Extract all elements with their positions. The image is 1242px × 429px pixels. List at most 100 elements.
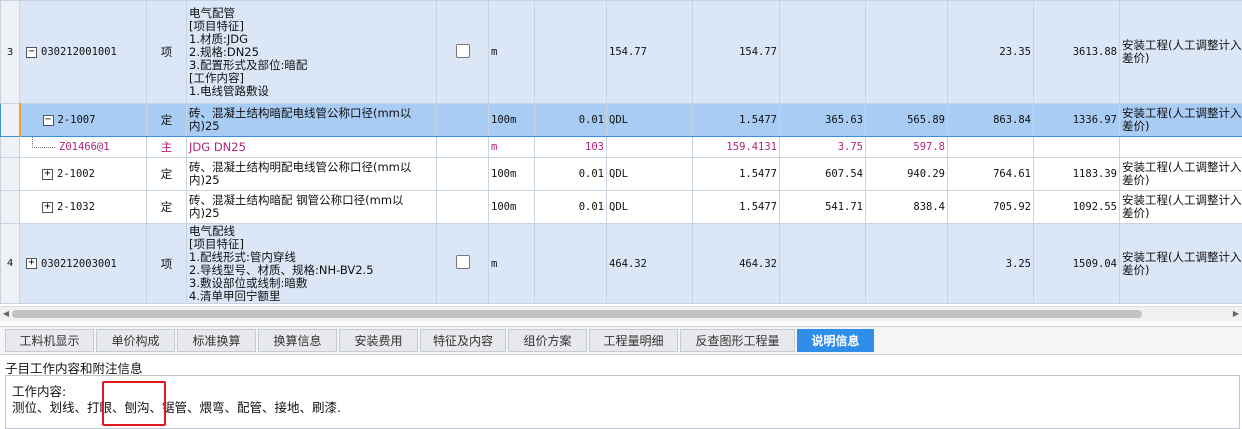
checkbox-cell[interactable] bbox=[436, 190, 489, 224]
table-row[interactable]: 4 +030212003001 项电气配线 [项目特征] 1.配线形式:管内穿线 2.导线… bbox=[0, 223, 1242, 304]
quantity-ratio-cell[interactable]: 103 bbox=[534, 136, 607, 158]
quantity-ratio-cell[interactable]: 0.01 bbox=[534, 103, 607, 137]
tab-quantity-detail[interactable]: 工程量明细 bbox=[589, 329, 678, 352]
unit-cell[interactable]: 100m bbox=[488, 190, 535, 224]
quantity-expression-cell[interactable]: QDL bbox=[606, 103, 693, 137]
checkbox-cell[interactable] bbox=[436, 223, 489, 304]
unit-cell[interactable]: 100m bbox=[488, 157, 535, 191]
code-cell[interactable]: +2-1032 bbox=[19, 190, 147, 224]
tab-pricing-scheme[interactable]: 组价方案 bbox=[508, 329, 587, 352]
checkbox-cell[interactable] bbox=[436, 136, 489, 158]
specialty-cell[interactable]: 安装工程(人工调整计入差价) bbox=[1119, 103, 1242, 137]
description-cell[interactable]: 砖、混凝土结构明配电线管公称口径(mm以内)25 bbox=[186, 157, 437, 191]
quantity-expression-cell[interactable]: QDL bbox=[606, 190, 693, 224]
bill-grid[interactable]: 3−030212001001 项电气配管 [项目特征] 1.材质:JDG 2.规格:DN… bbox=[0, 0, 1242, 305]
table-row[interactable]: +2-1032 定砖、混凝土结构暗配 钢管公称口径(mm以内)25 100m 0.01… bbox=[0, 190, 1242, 224]
quantity-ratio-cell[interactable]: 0.01 bbox=[534, 190, 607, 224]
total-price-cell[interactable]: 940.29 bbox=[865, 157, 948, 191]
unit-price-cell[interactable]: 3.75 bbox=[779, 136, 866, 158]
quantity-ratio-cell[interactable]: 0.01 bbox=[534, 157, 607, 191]
row-checkbox[interactable] bbox=[455, 43, 470, 58]
composite-unit-price-cell[interactable]: 764.61 bbox=[947, 157, 1034, 191]
type-cell[interactable]: 定 bbox=[146, 103, 187, 137]
tab-description-info[interactable]: 说明信息 bbox=[797, 329, 874, 352]
quantity-expression-cell[interactable]: 154.77 bbox=[606, 0, 693, 104]
composite-unit-price-cell[interactable]: 863.84 bbox=[947, 103, 1034, 137]
total-price-cell[interactable] bbox=[865, 0, 948, 104]
type-cell[interactable]: 项 bbox=[146, 0, 187, 104]
quantity-cell[interactable]: 159.4131 bbox=[692, 136, 780, 158]
code-cell[interactable]: +2-1002 bbox=[19, 157, 147, 191]
row-checkbox[interactable] bbox=[455, 255, 470, 269]
total-price-cell[interactable]: 565.89 bbox=[865, 103, 948, 137]
tab-install-fee[interactable]: 安装费用 bbox=[339, 329, 418, 352]
quantity-expression-cell[interactable] bbox=[606, 136, 693, 158]
unit-cell[interactable]: 100m bbox=[488, 103, 535, 137]
quantity-ratio-cell[interactable] bbox=[534, 0, 607, 104]
horizontal-scrollbar[interactable]: ◀ ▶ bbox=[0, 306, 1242, 321]
specialty-cell[interactable]: 安装工程(人工调整计入差价) bbox=[1119, 157, 1242, 191]
unit-price-cell[interactable] bbox=[779, 223, 866, 304]
checkbox-cell[interactable] bbox=[436, 103, 489, 137]
tab-standard-conversion[interactable]: 标准换算 bbox=[177, 329, 256, 352]
type-cell[interactable]: 项 bbox=[146, 223, 187, 304]
scrollbar-thumb[interactable] bbox=[12, 310, 1142, 318]
code-cell[interactable]: −030212001001 bbox=[19, 0, 147, 104]
type-cell[interactable]: 主 bbox=[146, 136, 187, 158]
composite-unit-price-cell[interactable]: 3.25 bbox=[947, 223, 1034, 304]
specialty-cell[interactable]: 安装工程(人工调整计入差价) bbox=[1119, 223, 1242, 304]
quantity-expression-cell[interactable]: 464.32 bbox=[606, 223, 693, 304]
collapse-icon[interactable]: − bbox=[26, 46, 37, 58]
unit-price-cell[interactable]: 607.54 bbox=[779, 157, 866, 191]
composite-total-cell[interactable]: 1509.04 bbox=[1033, 223, 1120, 304]
table-row[interactable]: 3−030212001001 项电气配管 [项目特征] 1.材质:JDG 2.规格:DN… bbox=[0, 0, 1242, 104]
checkbox-cell[interactable] bbox=[436, 157, 489, 191]
quantity-cell[interactable]: 1.5477 bbox=[692, 157, 780, 191]
description-cell[interactable]: 砖、混凝土结构暗配电线管公称口径(mm以内)25 bbox=[186, 103, 437, 137]
scroll-right-icon[interactable]: ▶ bbox=[1230, 307, 1242, 321]
quantity-expression-cell[interactable]: QDL bbox=[606, 157, 693, 191]
quantity-cell[interactable]: 1.5477 bbox=[692, 190, 780, 224]
code-cell[interactable]: Z01466@1 bbox=[19, 136, 147, 158]
quantity-cell[interactable]: 464.32 bbox=[692, 223, 780, 304]
tab-features-content[interactable]: 特征及内容 bbox=[420, 329, 506, 352]
specialty-cell[interactable]: 安装工程(人工调整计入差价) bbox=[1119, 0, 1242, 104]
specialty-cell[interactable] bbox=[1119, 136, 1242, 158]
collapse-icon[interactable]: − bbox=[42, 114, 54, 126]
quantity-ratio-cell[interactable] bbox=[534, 223, 607, 304]
composite-total-cell[interactable]: 1336.97 bbox=[1033, 103, 1120, 137]
code-cell[interactable]: −2-1007 bbox=[18, 103, 147, 137]
scroll-left-icon[interactable]: ◀ bbox=[0, 307, 12, 321]
total-price-cell[interactable]: 597.8 bbox=[865, 136, 948, 158]
composite-unit-price-cell[interactable]: 705.92 bbox=[947, 190, 1034, 224]
quantity-cell[interactable]: 154.77 bbox=[692, 0, 780, 104]
tab-conversion-info[interactable]: 换算信息 bbox=[258, 329, 337, 352]
quantity-cell[interactable]: 1.5477 bbox=[692, 103, 780, 137]
unit-cell[interactable]: m bbox=[488, 0, 535, 104]
table-row[interactable]: +2-1002 定砖、混凝土结构明配电线管公称口径(mm以内)25 100m 0.01… bbox=[0, 157, 1242, 191]
type-cell[interactable]: 定 bbox=[146, 190, 187, 224]
composite-total-cell[interactable]: 3613.88 bbox=[1033, 0, 1120, 104]
specialty-cell[interactable]: 安装工程(人工调整计入差价) bbox=[1119, 190, 1242, 224]
description-cell[interactable]: 电气配管 [项目特征] 1.材质:JDG 2.规格:DN25 3.配置形式及部位:暗配[… bbox=[186, 0, 437, 104]
composite-unit-price-cell[interactable] bbox=[947, 136, 1034, 158]
unit-cell[interactable]: m bbox=[488, 136, 535, 158]
composite-total-cell[interactable]: 1183.39 bbox=[1033, 157, 1120, 191]
expand-icon[interactable]: + bbox=[42, 168, 53, 180]
type-cell[interactable]: 定 bbox=[146, 157, 187, 191]
composite-total-cell[interactable] bbox=[1033, 136, 1120, 158]
table-row[interactable]: Z01466@1 主 JDG DN25 m 103 159.4131 3.75 597.8 bbox=[0, 136, 1242, 158]
expand-icon[interactable]: + bbox=[26, 258, 37, 269]
unit-price-cell[interactable] bbox=[779, 0, 866, 104]
table-row[interactable]: −2-1007 定砖、混凝土结构暗配电线管公称口径(mm以内)25 100m 0.01… bbox=[0, 103, 1242, 137]
composite-total-cell[interactable]: 1092.55 bbox=[1033, 190, 1120, 224]
unit-price-cell[interactable]: 365.63 bbox=[779, 103, 866, 137]
work-content-panel[interactable]: 工作内容: 测位、划线、打眼、刨沟、锯管、煨弯、配管、接地、刷漆. bbox=[5, 375, 1240, 429]
unit-cell[interactable]: m bbox=[488, 223, 535, 304]
total-price-cell[interactable] bbox=[865, 223, 948, 304]
tab-labor-material[interactable]: 工料机显示 bbox=[5, 329, 94, 352]
expand-icon[interactable]: + bbox=[42, 201, 53, 213]
total-price-cell[interactable]: 838.4 bbox=[865, 190, 948, 224]
description-cell[interactable]: JDG DN25 bbox=[186, 136, 437, 158]
checkbox-cell[interactable] bbox=[436, 0, 489, 104]
